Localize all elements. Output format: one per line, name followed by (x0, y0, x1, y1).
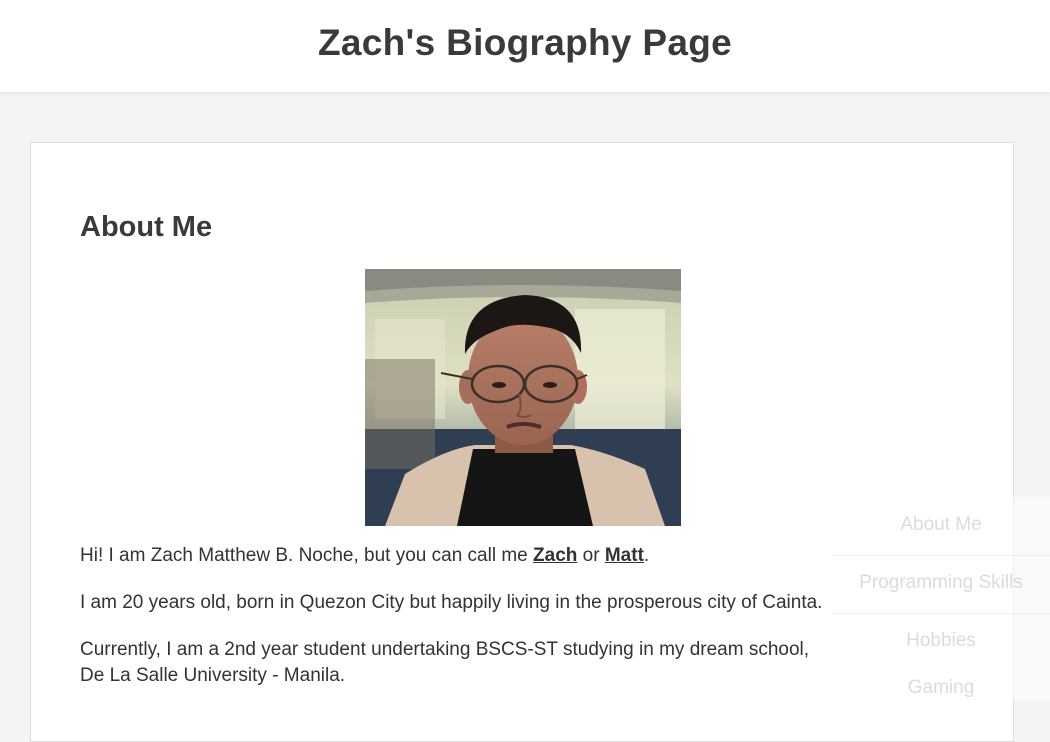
intro-paragraph: Hi! I am Zach Matthew B. Noche, but you … (80, 543, 649, 569)
school-line-2: De La Salle University - Manila. (80, 665, 346, 686)
nav-item-hobbies[interactable]: Hobbies (832, 613, 1050, 652)
nav-item-about-me[interactable]: About Me (832, 514, 1050, 536)
nav-item-gaming[interactable]: Gaming (832, 677, 1050, 699)
nickname-zach-link[interactable]: Zach (533, 545, 577, 566)
side-nav: About Me Programming Skills Hobbies Gami… (832, 497, 1050, 700)
intro-text-or: or (577, 545, 605, 566)
nav-item-programming-skills[interactable]: Programming Skills (832, 555, 1050, 594)
age-paragraph: I am 20 years old, born in Quezon City b… (80, 592, 823, 613)
page-title: Zach's Biography Page (318, 22, 732, 63)
nickname-matt-link[interactable]: Matt (605, 545, 644, 566)
profile-photo (365, 269, 681, 526)
intro-text-suffix: . (643, 545, 650, 566)
about-heading: About Me (80, 211, 213, 243)
intro-text-prefix: Hi! I am Zach Matthew B. Noche, but you … (80, 545, 534, 566)
site-header: Zach's Biography Page (0, 0, 1050, 92)
school-line-1: Currently, I am a 2nd year student under… (80, 639, 810, 660)
school-paragraph: Currently, I am a 2nd year student under… (80, 637, 809, 689)
